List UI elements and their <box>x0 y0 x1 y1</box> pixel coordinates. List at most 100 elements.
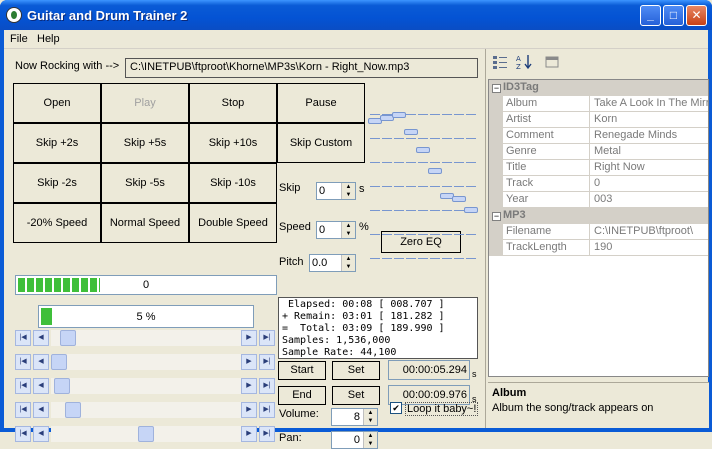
skip-plus-5-button[interactable]: Skip +5s <box>101 123 189 163</box>
set-end-button[interactable]: Set <box>332 386 380 405</box>
scroll-left-icon[interactable]: ◀ <box>33 402 49 418</box>
loop-checkbox[interactable]: ✔ <box>390 402 402 414</box>
property-value[interactable]: Take A Look In The Mirror <box>591 96 708 112</box>
speed-spinner[interactable]: 0 ▲ ▼ <box>316 221 356 239</box>
categorized-icon[interactable] <box>492 54 508 70</box>
property-value[interactable]: Renegade Minds <box>591 128 708 144</box>
loop-start-button[interactable]: Start <box>278 361 326 380</box>
scroll-last-icon[interactable]: ▶| <box>259 330 275 346</box>
scroll-right-icon[interactable]: ▶ <box>241 330 257 346</box>
scroll-first-icon[interactable]: |◀ <box>15 354 31 370</box>
skip-plus-10-button[interactable]: Skip +10s <box>189 123 277 163</box>
property-value[interactable]: C:\INETPUB\ftproot\ <box>591 224 708 240</box>
pitch-spinner[interactable]: 0.0 ▲ ▼ <box>309 254 356 272</box>
property-pages-icon[interactable] <box>544 54 560 70</box>
loop-end-button[interactable]: End <box>278 386 326 405</box>
property-row[interactable]: Filename C:\INETPUB\ftproot\ <box>489 224 708 240</box>
stop-button[interactable]: Stop <box>189 83 277 123</box>
alphabetical-sort-icon[interactable]: A Z <box>516 54 532 70</box>
scroll-track[interactable] <box>51 378 241 394</box>
property-value[interactable]: 190 <box>591 240 708 256</box>
scroll-thumb[interactable] <box>60 330 76 346</box>
property-row[interactable]: Year 003 <box>489 192 708 208</box>
maximize-button[interactable]: □ <box>663 5 684 26</box>
scroll-first-icon[interactable]: |◀ <box>15 402 31 418</box>
skip-minus-2-button[interactable]: Skip -2s <box>13 163 101 203</box>
scroll-right-icon[interactable]: ▶ <box>241 354 257 370</box>
skip-minus-5-button[interactable]: Skip -5s <box>101 163 189 203</box>
property-grid[interactable]: − ID3Tag Album Take A Look In The Mirror Art… <box>488 79 709 377</box>
property-row[interactable]: Track 0 <box>489 176 708 192</box>
scroll-first-icon[interactable]: |◀ <box>15 378 31 394</box>
property-value[interactable]: 003 <box>591 192 708 208</box>
scroll-left-icon[interactable]: ◀ <box>33 354 49 370</box>
speed-minus-20-button[interactable]: -20% Speed <box>13 203 101 243</box>
position-bar[interactable]: 5 % <box>38 305 254 328</box>
property-row[interactable]: Album Take A Look In The Mirror <box>489 96 708 112</box>
start-time-field[interactable]: 00:00:05.294 <box>388 360 470 380</box>
volume-spinner[interactable]: 8 ▲ ▼ <box>331 408 378 426</box>
scroll-track[interactable] <box>51 354 241 370</box>
spin-down-icon[interactable]: ▼ <box>342 230 355 238</box>
collapse-icon[interactable]: − <box>492 212 501 221</box>
spin-up-icon[interactable]: ▲ <box>342 255 355 263</box>
eq-band-slider[interactable] <box>464 112 478 262</box>
property-value[interactable]: Metal <box>591 144 708 160</box>
double-speed-button[interactable]: Double Speed <box>189 203 277 243</box>
play-button[interactable]: Play <box>101 83 189 123</box>
collapse-icon[interactable]: − <box>492 84 501 93</box>
spin-down-icon[interactable]: ▼ <box>364 440 377 448</box>
h-scrollbar[interactable]: |◀ ◀ ▶ ▶| <box>15 354 277 370</box>
scroll-thumb[interactable] <box>138 426 154 442</box>
spin-down-icon[interactable]: ▼ <box>364 417 377 425</box>
normal-speed-button[interactable]: Normal Speed <box>101 203 189 243</box>
scroll-last-icon[interactable]: ▶| <box>259 354 275 370</box>
scroll-right-icon[interactable]: ▶ <box>241 378 257 394</box>
open-button[interactable]: Open <box>13 83 101 123</box>
scroll-last-icon[interactable]: ▶| <box>259 378 275 394</box>
pause-button[interactable]: Pause <box>277 83 365 123</box>
loop-label[interactable]: Loop it baby~! <box>405 402 479 416</box>
scroll-first-icon[interactable]: |◀ <box>15 330 31 346</box>
skip-custom-button[interactable]: Skip Custom <box>277 123 365 163</box>
spin-up-icon[interactable]: ▲ <box>342 222 355 230</box>
scroll-thumb[interactable] <box>54 378 70 394</box>
scroll-thumb[interactable] <box>65 402 81 418</box>
h-scrollbar[interactable]: |◀ ◀ ▶ ▶| <box>15 402 277 418</box>
h-scrollbar[interactable]: |◀ ◀ ▶ ▶| <box>15 330 277 346</box>
set-start-button[interactable]: Set <box>332 361 380 380</box>
app-icon[interactable] <box>6 7 22 23</box>
close-button[interactable]: ✕ <box>686 5 707 26</box>
scroll-left-icon[interactable]: ◀ <box>33 426 49 442</box>
h-scrollbar[interactable]: |◀ ◀ ▶ ▶| <box>15 378 277 394</box>
property-row[interactable]: Title Right Now <box>489 160 708 176</box>
spin-up-icon[interactable]: ▲ <box>364 409 377 417</box>
property-row[interactable]: Genre Metal <box>489 144 708 160</box>
scroll-thumb[interactable] <box>51 354 67 370</box>
menu-help[interactable]: Help <box>37 33 60 45</box>
property-row[interactable]: Comment Renegade Minds <box>489 128 708 144</box>
h-scrollbar[interactable]: |◀ ◀ ▶ ▶| <box>15 426 277 442</box>
menu-file[interactable]: File <box>10 33 28 45</box>
property-row[interactable]: TrackLength 190 <box>489 240 708 256</box>
scroll-track[interactable] <box>51 402 241 418</box>
scroll-left-icon[interactable]: ◀ <box>33 330 49 346</box>
spin-up-icon[interactable]: ▲ <box>364 432 377 440</box>
scroll-first-icon[interactable]: |◀ <box>15 426 31 442</box>
property-category[interactable]: − MP3 <box>489 208 708 224</box>
scroll-right-icon[interactable]: ▶ <box>241 426 257 442</box>
skip-minus-10-button[interactable]: Skip -10s <box>189 163 277 203</box>
property-value[interactable]: Right Now <box>591 160 708 176</box>
title-bar[interactable]: Guitar and Drum Trainer 2 _ □ ✕ <box>0 0 712 30</box>
file-path-field[interactable]: C:\INETPUB\ftproot\Khorne\MP3s\Korn - Ri… <box>125 58 478 78</box>
property-value[interactable]: Korn <box>591 112 708 128</box>
scroll-left-icon[interactable]: ◀ <box>33 378 49 394</box>
pan-spinner[interactable]: 0 ▲ ▼ <box>331 431 378 449</box>
property-row[interactable]: Artist Korn <box>489 112 708 128</box>
skip-spinner[interactable]: 0 ▲ ▼ <box>316 182 356 200</box>
scroll-last-icon[interactable]: ▶| <box>259 426 275 442</box>
eq-knob[interactable] <box>464 207 478 213</box>
spin-down-icon[interactable]: ▼ <box>342 191 355 199</box>
spin-up-icon[interactable]: ▲ <box>342 183 355 191</box>
property-value[interactable]: 0 <box>591 176 708 192</box>
